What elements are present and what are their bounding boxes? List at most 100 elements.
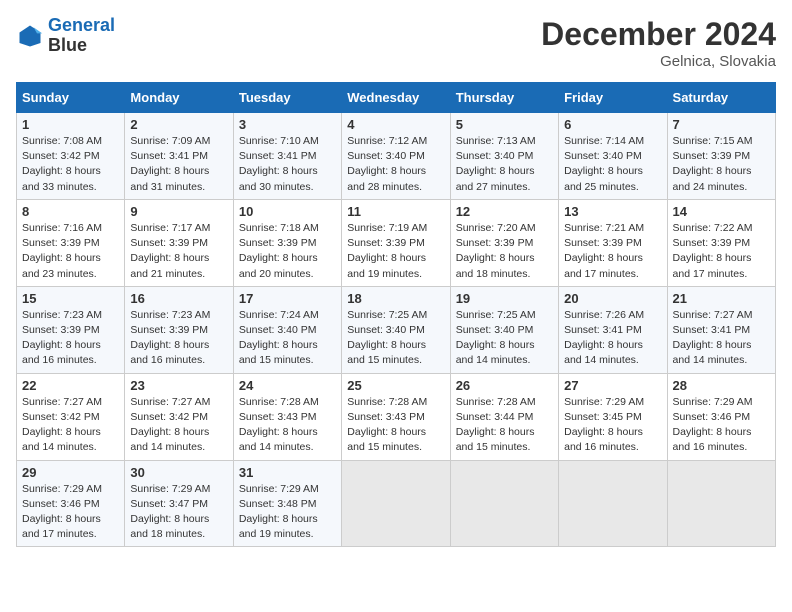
weekday-header-cell: Tuesday	[233, 83, 341, 113]
day-info: Sunrise: 7:29 AMSunset: 3:46 PMDaylight:…	[22, 483, 102, 541]
day-info: Sunrise: 7:29 AMSunset: 3:46 PMDaylight:…	[673, 396, 753, 454]
calendar-day-cell: 29 Sunrise: 7:29 AMSunset: 3:46 PMDayligh…	[17, 460, 125, 547]
day-info: Sunrise: 7:08 AMSunset: 3:42 PMDaylight:…	[22, 135, 102, 193]
calendar-day-cell: 24Sunrise: 7:28 AMSunset: 3:43 PMDayligh…	[233, 373, 341, 460]
day-number: 27	[564, 378, 661, 393]
calendar-day-cell: 28Sunrise: 7:29 AMSunset: 3:46 PMDayligh…	[667, 373, 775, 460]
calendar-week-row: 15 Sunrise: 7:23 AMSunset: 3:39 PMDayligh…	[17, 286, 776, 373]
calendar-day-cell: 18 Sunrise: 7:25 AMSunset: 3:40 PMDayligh…	[342, 286, 450, 373]
calendar-day-cell: 25Sunrise: 7:28 AMSunset: 3:43 PMDayligh…	[342, 373, 450, 460]
day-info: Sunrise: 7:10 AMSunset: 3:41 PMDaylight:…	[239, 135, 319, 193]
calendar-day-cell: 5 Sunrise: 7:13 AMSunset: 3:40 PMDaylight…	[450, 113, 558, 200]
logo-icon	[16, 22, 44, 50]
day-number: 5	[456, 117, 553, 132]
day-number: 16	[130, 291, 227, 306]
calendar-day-cell: 8Sunrise: 7:16 AMSunset: 3:39 PMDaylight…	[17, 199, 125, 286]
calendar-week-row: 1 Sunrise: 7:08 AMSunset: 3:42 PMDaylight…	[17, 113, 776, 200]
day-info: Sunrise: 7:17 AMSunset: 3:39 PMDaylight:…	[130, 222, 210, 280]
weekday-header-cell: Wednesday	[342, 83, 450, 113]
day-info: Sunrise: 7:26 AMSunset: 3:41 PMDaylight:…	[564, 309, 644, 367]
day-info: Sunrise: 7:29 AMSunset: 3:45 PMDaylight:…	[564, 396, 644, 454]
day-info: Sunrise: 7:19 AMSunset: 3:39 PMDaylight:…	[347, 222, 427, 280]
calendar-day-cell: 14 Sunrise: 7:22 AMSunset: 3:39 PMDayligh…	[667, 199, 775, 286]
location: Gelnica, Slovakia	[541, 53, 776, 70]
calendar-week-row: 8Sunrise: 7:16 AMSunset: 3:39 PMDaylight…	[17, 199, 776, 286]
calendar-day-cell: 10Sunrise: 7:18 AMSunset: 3:39 PMDayligh…	[233, 199, 341, 286]
day-number: 9	[130, 204, 227, 219]
day-info: Sunrise: 7:28 AMSunset: 3:43 PMDaylight:…	[347, 396, 427, 454]
day-info: Sunrise: 7:23 AMSunset: 3:39 PMDaylight:…	[22, 309, 102, 367]
calendar-day-cell	[342, 460, 450, 547]
day-number: 21	[673, 291, 770, 306]
day-info: Sunrise: 7:12 AMSunset: 3:40 PMDaylight:…	[347, 135, 427, 193]
day-info: Sunrise: 7:27 AMSunset: 3:42 PMDaylight:…	[130, 396, 210, 454]
calendar-day-cell	[450, 460, 558, 547]
day-info: Sunrise: 7:18 AMSunset: 3:39 PMDaylight:…	[239, 222, 319, 280]
day-number: 12	[456, 204, 553, 219]
day-info: Sunrise: 7:23 AMSunset: 3:39 PMDaylight:…	[130, 309, 210, 367]
day-info: Sunrise: 7:28 AMSunset: 3:44 PMDaylight:…	[456, 396, 536, 454]
day-number: 20	[564, 291, 661, 306]
calendar-day-cell: 11 Sunrise: 7:19 AMSunset: 3:39 PMDayligh…	[342, 199, 450, 286]
day-info: Sunrise: 7:21 AMSunset: 3:39 PMDaylight:…	[564, 222, 644, 280]
calendar-day-cell: 16 Sunrise: 7:23 AMSunset: 3:39 PMDayligh…	[125, 286, 233, 373]
weekday-header-cell: Saturday	[667, 83, 775, 113]
logo-text: GeneralBlue	[48, 16, 115, 56]
day-number: 4	[347, 117, 444, 132]
weekday-header-cell: Sunday	[17, 83, 125, 113]
calendar-day-cell: 3 Sunrise: 7:10 AMSunset: 3:41 PMDaylight…	[233, 113, 341, 200]
day-info: Sunrise: 7:24 AMSunset: 3:40 PMDaylight:…	[239, 309, 319, 367]
day-number: 17	[239, 291, 336, 306]
day-number: 31	[239, 465, 336, 480]
day-number: 18	[347, 291, 444, 306]
day-info: Sunrise: 7:14 AMSunset: 3:40 PMDaylight:…	[564, 135, 644, 193]
calendar-day-cell: 7Sunrise: 7:15 AMSunset: 3:39 PMDaylight…	[667, 113, 775, 200]
weekday-header-cell: Thursday	[450, 83, 558, 113]
day-number: 24	[239, 378, 336, 393]
day-info: Sunrise: 7:27 AMSunset: 3:41 PMDaylight:…	[673, 309, 753, 367]
calendar-day-cell: 30Sunrise: 7:29 AMSunset: 3:47 PMDayligh…	[125, 460, 233, 547]
day-info: Sunrise: 7:13 AMSunset: 3:40 PMDaylight:…	[456, 135, 536, 193]
calendar-day-cell: 13Sunrise: 7:21 AMSunset: 3:39 PMDayligh…	[559, 199, 667, 286]
day-info: Sunrise: 7:27 AMSunset: 3:42 PMDaylight:…	[22, 396, 102, 454]
title-block: December 2024 Gelnica, Slovakia	[541, 16, 776, 70]
calendar-day-cell: 31 Sunrise: 7:29 AMSunset: 3:48 PMDayligh…	[233, 460, 341, 547]
calendar-day-cell: 23 Sunrise: 7:27 AMSunset: 3:42 PMDayligh…	[125, 373, 233, 460]
day-number: 2	[130, 117, 227, 132]
day-number: 29	[22, 465, 119, 480]
month-title: December 2024	[541, 16, 776, 53]
calendar-day-cell: 6Sunrise: 7:14 AMSunset: 3:40 PMDaylight…	[559, 113, 667, 200]
calendar-day-cell: 2 Sunrise: 7:09 AMSunset: 3:41 PMDaylight…	[125, 113, 233, 200]
calendar-week-row: 22 Sunrise: 7:27 AMSunset: 3:42 PMDayligh…	[17, 373, 776, 460]
weekday-header-row: SundayMondayTuesdayWednesdayThursdayFrid…	[17, 83, 776, 113]
day-info: Sunrise: 7:29 AMSunset: 3:48 PMDaylight:…	[239, 483, 319, 541]
day-number: 3	[239, 117, 336, 132]
day-number: 7	[673, 117, 770, 132]
day-number: 11	[347, 204, 444, 219]
day-info: Sunrise: 7:20 AMSunset: 3:39 PMDaylight:…	[456, 222, 536, 280]
calendar-day-cell: 20 Sunrise: 7:26 AMSunset: 3:41 PMDayligh…	[559, 286, 667, 373]
calendar-day-cell: 15 Sunrise: 7:23 AMSunset: 3:39 PMDayligh…	[17, 286, 125, 373]
calendar-day-cell: 21 Sunrise: 7:27 AMSunset: 3:41 PMDayligh…	[667, 286, 775, 373]
day-info: Sunrise: 7:22 AMSunset: 3:39 PMDaylight:…	[673, 222, 753, 280]
calendar-day-cell: 22 Sunrise: 7:27 AMSunset: 3:42 PMDayligh…	[17, 373, 125, 460]
day-info: Sunrise: 7:16 AMSunset: 3:39 PMDaylight:…	[22, 222, 102, 280]
day-number: 26	[456, 378, 553, 393]
day-number: 14	[673, 204, 770, 219]
day-number: 1	[22, 117, 119, 132]
calendar-day-cell: 27 Sunrise: 7:29 AMSunset: 3:45 PMDayligh…	[559, 373, 667, 460]
day-info: Sunrise: 7:25 AMSunset: 3:40 PMDaylight:…	[347, 309, 427, 367]
day-number: 22	[22, 378, 119, 393]
calendar-day-cell	[559, 460, 667, 547]
calendar-day-cell: 4 Sunrise: 7:12 AMSunset: 3:40 PMDaylight…	[342, 113, 450, 200]
calendar-day-cell: 9 Sunrise: 7:17 AMSunset: 3:39 PMDaylight…	[125, 199, 233, 286]
day-number: 15	[22, 291, 119, 306]
calendar-body: 1 Sunrise: 7:08 AMSunset: 3:42 PMDaylight…	[17, 113, 776, 547]
day-info: Sunrise: 7:25 AMSunset: 3:40 PMDaylight:…	[456, 309, 536, 367]
calendar-day-cell: 19 Sunrise: 7:25 AMSunset: 3:40 PMDayligh…	[450, 286, 558, 373]
day-number: 23	[130, 378, 227, 393]
weekday-header-cell: Friday	[559, 83, 667, 113]
day-info: Sunrise: 7:09 AMSunset: 3:41 PMDaylight:…	[130, 135, 210, 193]
day-number: 19	[456, 291, 553, 306]
calendar-day-cell	[667, 460, 775, 547]
